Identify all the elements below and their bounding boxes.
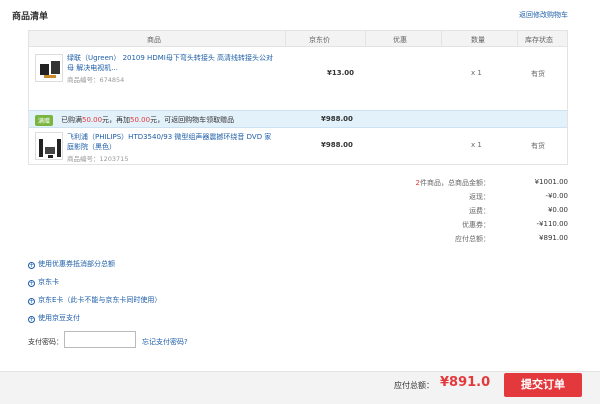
summary-label-coupon: 优惠券： <box>462 221 490 229</box>
summary-value-payable: ¥891.00 <box>539 234 568 242</box>
table-header: 商品 京东价 优惠 数量 库存状态 <box>29 31 567 47</box>
column-stock: 库存状态 <box>525 36 553 44</box>
jd-card-option[interactable]: + 京东卡 <box>28 277 59 287</box>
product-quantity: x 1 <box>471 69 482 77</box>
summary-label-goods-total: 2件商品，总商品金额： <box>415 179 490 187</box>
product-name-line2: 庭影院（黑色） <box>67 143 116 151</box>
summary-label-cashback: 返现： <box>469 193 490 201</box>
column-quantity: 数量 <box>471 36 485 44</box>
summary-value-coupon: -¥110.00 <box>536 220 568 228</box>
promo-price: ¥988.00 <box>321 115 353 123</box>
page-title: 商品清单 <box>12 12 49 22</box>
product-name-line2: 母 解决电视机... <box>67 64 118 72</box>
column-price: 京东价 <box>309 36 330 44</box>
footer-total-label: 应付总额： <box>394 381 434 390</box>
product-name-link[interactable]: 飞利浦（PHILIPS）HTD3540/93 微型组声器震撼环绕音 DVD 家 … <box>67 132 271 152</box>
plus-circle-icon: + <box>28 262 35 269</box>
option-label: 京东E卡（此卡不能与京东卡同时使用） <box>38 296 162 304</box>
option-label: 使用优惠券抵消部分总额 <box>38 260 115 268</box>
product-thumbnail[interactable] <box>35 132 63 160</box>
option-label: 京东卡 <box>38 278 59 286</box>
product-quantity: x 1 <box>471 141 482 149</box>
forgot-password-link[interactable]: 忘记支付密码? <box>142 337 188 347</box>
summary-label-shipping: 运费： <box>469 207 490 215</box>
product-name-line1: 飞利浦（PHILIPS）HTD3540/93 微型组声器震撼环绕音 DVD 家 <box>67 133 272 141</box>
option-label: 使用京豆支付 <box>38 314 80 322</box>
footer-total-value: ¥891.0 <box>440 375 491 390</box>
plus-circle-icon: + <box>28 298 35 305</box>
summary-label-payable: 应付总额： <box>455 235 490 243</box>
product-code: 商品编号：1203715 <box>67 155 129 163</box>
stock-status: 有货 <box>531 142 545 150</box>
plus-circle-icon: + <box>28 316 35 323</box>
table-row: 绿联（Ugreen） 20109 HDMI母下弯头转接头 高清线转接头公对 母 … <box>29 47 567 110</box>
promo-text: 已购满50.00元，再加50.00元，可返回购物车领取赠品 <box>61 116 235 124</box>
plus-circle-icon: + <box>28 280 35 287</box>
jd-beans-option[interactable]: + 使用京豆支付 <box>28 313 80 323</box>
submit-order-button[interactable]: 提交订单 <box>504 373 582 397</box>
payment-password-label: 支付密码： <box>28 338 63 346</box>
summary-value-shipping: ¥0.00 <box>547 206 568 214</box>
column-discount: 优惠 <box>393 36 407 44</box>
product-name-link[interactable]: 绿联（Ugreen） 20109 HDMI母下弯头转接头 高清线转接头公对 母 … <box>67 53 273 73</box>
promo-badge: 满赠 <box>35 115 54 126</box>
product-code: 商品编号：674854 <box>67 76 125 84</box>
jd-ecard-option[interactable]: + 京东E卡（此卡不能与京东卡同时使用） <box>28 295 161 305</box>
order-items-table: 商品 京东价 优惠 数量 库存状态 绿联（Ugreen） 20109 HDMI母… <box>28 30 568 165</box>
summary-value-cashback: -¥0.00 <box>545 192 568 200</box>
product-name-line1: 绿联（Ugreen） 20109 HDMI母下弯头转接头 高清线转接头公对 <box>67 54 274 62</box>
gift-promo-banner: 满赠 已购满50.00元，再加50.00元，可返回购物车领取赠品 ¥988.00 <box>29 110 567 128</box>
order-summary: 2件商品，总商品金额： ¥1001.00 返现： -¥0.00 运费： ¥0.0… <box>348 178 568 248</box>
use-coupon-option[interactable]: + 使用优惠券抵消部分总额 <box>28 259 115 269</box>
column-product: 商品 <box>147 36 161 44</box>
summary-value-goods-total: ¥1001.00 <box>534 178 568 186</box>
payment-password-input[interactable] <box>64 331 136 348</box>
stock-status: 有货 <box>531 70 545 78</box>
product-price: ¥988.00 <box>321 141 353 149</box>
back-to-cart-link[interactable]: 返回修改购物车 <box>519 10 568 20</box>
table-row: 飞利浦（PHILIPS）HTD3540/93 微型组声器震撼环绕音 DVD 家 … <box>29 128 567 166</box>
product-thumbnail[interactable] <box>35 54 63 82</box>
product-price: ¥13.00 <box>327 69 355 77</box>
